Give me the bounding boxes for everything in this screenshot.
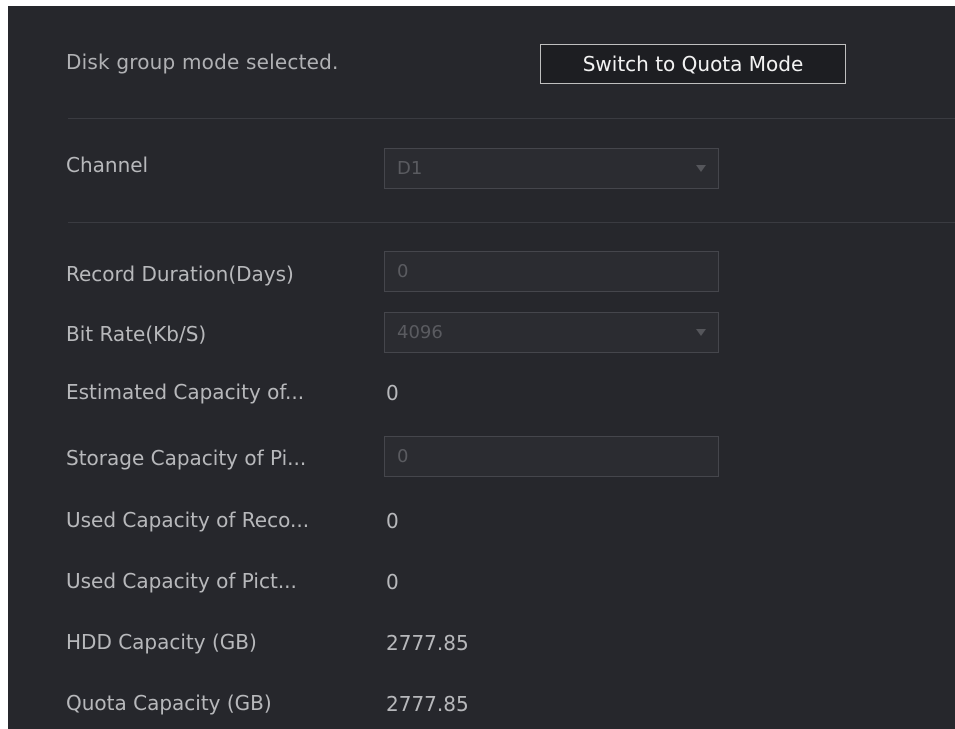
mode-status-text: Disk group mode selected. xyxy=(66,50,339,74)
used-capacity-record-value: 0 xyxy=(386,509,399,533)
estimated-capacity-label: Estimated Capacity of... xyxy=(66,380,305,404)
divider xyxy=(68,118,955,119)
channel-label: Channel xyxy=(66,153,149,177)
bit-rate-select[interactable]: 4096 xyxy=(384,312,719,353)
used-capacity-picture-label: Used Capacity of Pict... xyxy=(66,569,297,593)
estimated-capacity-value: 0 xyxy=(386,381,399,405)
hdd-capacity-label: HDD Capacity (GB) xyxy=(66,630,257,654)
storage-capacity-picture-value: 0 xyxy=(397,446,409,467)
record-duration-label: Record Duration(Days) xyxy=(66,262,294,286)
hdd-capacity-value: 2777.85 xyxy=(386,631,469,655)
quota-capacity-value: 2777.85 xyxy=(386,692,469,716)
used-capacity-picture-value: 0 xyxy=(386,570,399,594)
record-duration-value: 0 xyxy=(397,261,409,282)
chevron-down-icon xyxy=(696,165,706,172)
bit-rate-value: 4096 xyxy=(397,322,443,343)
quota-capacity-label: Quota Capacity (GB) xyxy=(66,691,272,715)
divider xyxy=(68,222,955,223)
storage-capacity-picture-label: Storage Capacity of Pi... xyxy=(66,446,307,470)
record-duration-input[interactable]: 0 xyxy=(384,251,719,292)
storage-quota-panel: Disk group mode selected. Switch to Quot… xyxy=(8,6,955,729)
switch-to-quota-mode-button[interactable]: Switch to Quota Mode xyxy=(540,44,846,84)
channel-select-value: D1 xyxy=(397,158,423,179)
bit-rate-label: Bit Rate(Kb/S) xyxy=(66,322,207,346)
channel-select[interactable]: D1 xyxy=(384,148,719,189)
chevron-down-icon xyxy=(696,329,706,336)
storage-capacity-picture-input[interactable]: 0 xyxy=(384,436,719,477)
used-capacity-record-label: Used Capacity of Reco... xyxy=(66,508,310,532)
